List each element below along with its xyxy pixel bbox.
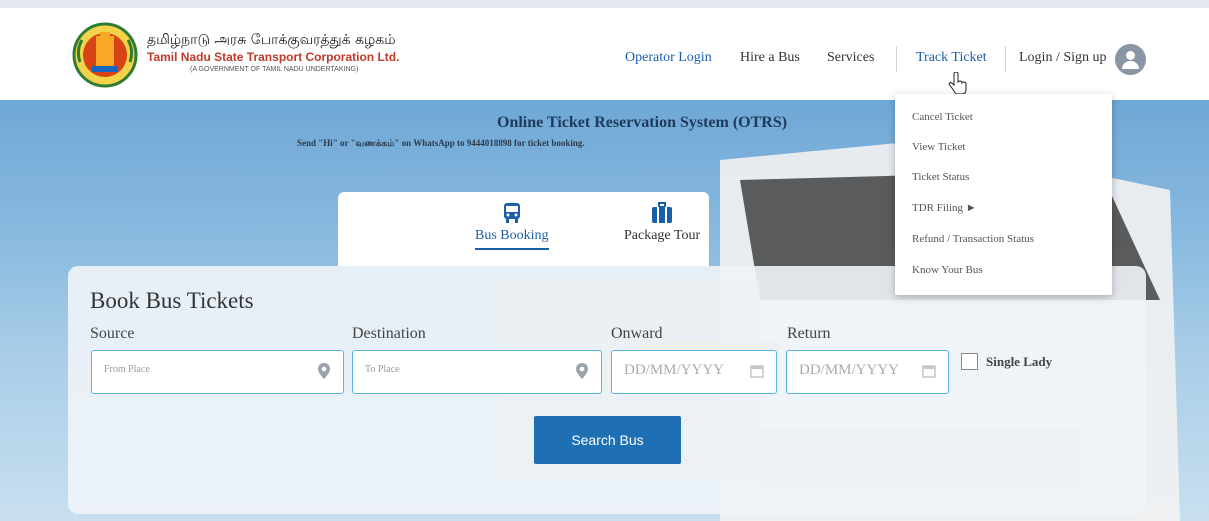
- booking-title: Book Bus Tickets: [90, 288, 254, 313]
- tab-bus-booking[interactable]: Bus Booking: [475, 202, 549, 250]
- menu-item-know-your-bus[interactable]: Know Your Bus: [912, 264, 983, 276]
- location-pin-icon: [318, 363, 330, 379]
- source-placeholder: From Place: [104, 364, 150, 375]
- tab-bus-booking-label: Bus Booking: [475, 228, 549, 243]
- calendar-icon: [750, 365, 764, 378]
- menu-item-view-ticket[interactable]: View Ticket: [912, 141, 965, 153]
- menu-item-ticket-status[interactable]: Ticket Status: [912, 171, 969, 183]
- destination-input[interactable]: To Place: [352, 350, 602, 394]
- site-header: தமிழ்நாடு அரசு போக்குவரத்துக் கழகம் Tami…: [0, 8, 1209, 100]
- nav-track-ticket[interactable]: Track Ticket: [916, 50, 987, 66]
- menu-item-tdr-filing[interactable]: TDR Filing ►: [912, 202, 977, 214]
- nav-divider: [896, 46, 897, 72]
- whatsapp-note: Send "Hi" or "வணக்கம்" on WhatsApp to 94…: [297, 138, 585, 148]
- source-input[interactable]: From Place: [91, 350, 344, 394]
- user-avatar-icon[interactable]: [1115, 44, 1146, 75]
- return-date-placeholder: DD/MM/YYYY: [799, 362, 900, 378]
- onward-label: Onward: [611, 325, 663, 342]
- track-ticket-dropdown: Cancel Ticket View Ticket Ticket Status …: [895, 94, 1112, 295]
- brand-subtitle: (A GOVERNMENT OF TAMIL NADU UNDERTAKING): [190, 66, 359, 73]
- menu-item-refund-status[interactable]: Refund / Transaction Status: [912, 233, 1034, 245]
- nav-login-signup[interactable]: Login / Sign up: [1019, 50, 1107, 66]
- onward-date-input[interactable]: DD/MM/YYYY: [611, 350, 777, 394]
- menu-item-cancel-ticket[interactable]: Cancel Ticket: [912, 111, 973, 123]
- brand-english-name: Tamil Nadu State Transport Corporation L…: [147, 50, 400, 64]
- brand-tamil-name: தமிழ்நாடு அரசு போக்குவரத்துக் கழகம்: [147, 32, 396, 48]
- destination-label: Destination: [352, 325, 426, 342]
- tnstc-logo-icon: [72, 22, 138, 88]
- search-bus-button[interactable]: Search Bus: [534, 416, 681, 464]
- nav-services[interactable]: Services: [827, 50, 874, 66]
- nav-hire-bus[interactable]: Hire a Bus: [740, 50, 800, 66]
- single-lady-label: Single Lady: [986, 354, 1053, 369]
- tab-package-tour[interactable]: Package Tour: [624, 202, 700, 244]
- source-label: Source: [90, 325, 135, 342]
- onward-date-placeholder: DD/MM/YYYY: [624, 362, 725, 378]
- booking-form-card: Book Bus Tickets Source Destination Onwa…: [68, 266, 1146, 514]
- destination-placeholder: To Place: [365, 364, 400, 375]
- return-label: Return: [787, 325, 831, 342]
- calendar-icon: [922, 365, 936, 378]
- single-lady-checkbox[interactable]: [961, 353, 978, 370]
- location-pin-icon: [576, 363, 588, 379]
- top-strip: [0, 0, 1209, 8]
- luggage-icon: [652, 202, 673, 223]
- return-date-input[interactable]: DD/MM/YYYY: [786, 350, 949, 394]
- nav-divider: [1005, 46, 1006, 72]
- booking-tabs: Bus Booking Package Tour: [338, 192, 709, 266]
- nav-operator-login[interactable]: Operator Login: [625, 50, 712, 66]
- bus-icon: [503, 203, 520, 223]
- tab-package-tour-label: Package Tour: [624, 228, 701, 243]
- hand-cursor-icon: [948, 72, 967, 95]
